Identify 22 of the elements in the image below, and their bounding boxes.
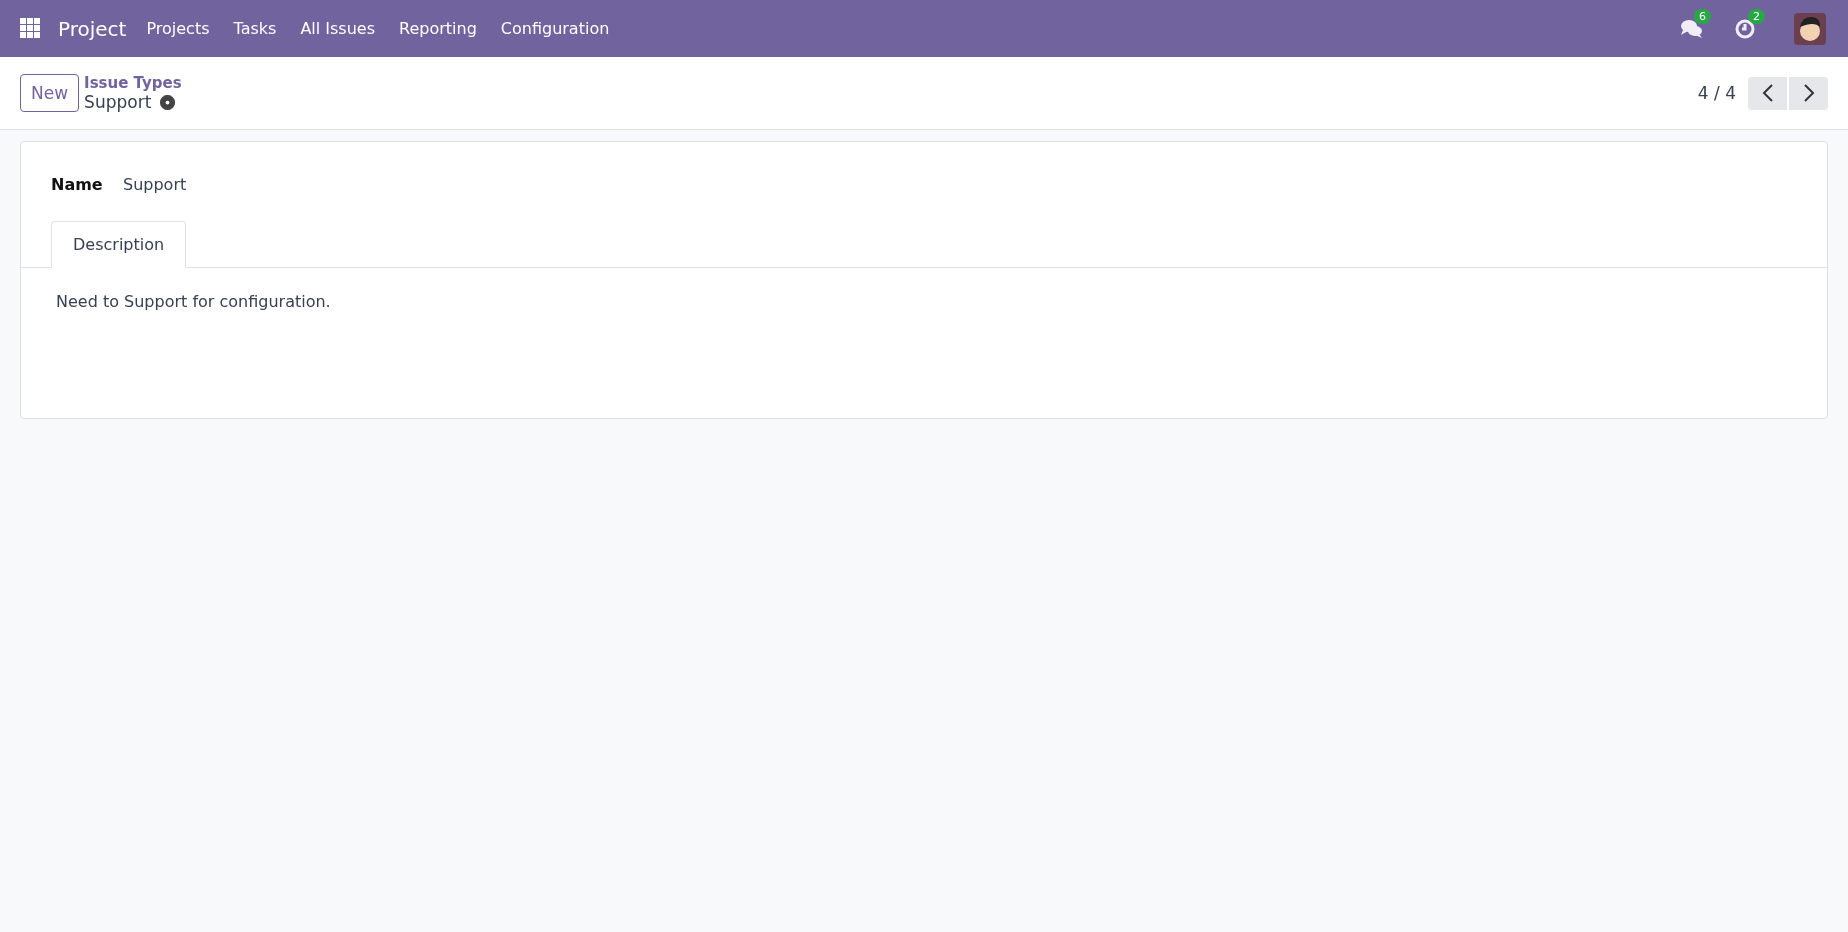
new-button[interactable]: New [20, 74, 80, 112]
name-field[interactable]: Support [123, 175, 187, 194]
chevron-right-icon [1802, 84, 1815, 102]
activity-count-badge: 2 [1748, 8, 1765, 24]
field-label: Name [51, 175, 104, 194]
app-grid-icon[interactable] [20, 18, 41, 39]
message-count-badge: 6 [1694, 8, 1711, 24]
breadcrumb-link[interactable]: Issue Types [84, 74, 182, 92]
menu-item[interactable]: Reporting [399, 19, 477, 38]
menu-item[interactable]: All Issues [300, 19, 376, 38]
pager-counter: 4 / 4 [1697, 83, 1736, 103]
menu-item[interactable]: Projects [146, 19, 210, 38]
record-title: Support [84, 92, 152, 112]
description-text[interactable]: Need to Support for configuration. [56, 292, 1827, 311]
menu-item[interactable]: Configuration [500, 19, 610, 38]
previous-button[interactable] [1748, 76, 1787, 110]
menu-item[interactable]: Tasks [233, 19, 277, 38]
tab[interactable]: Description [51, 221, 187, 268]
next-button[interactable] [1789, 76, 1828, 110]
chevron-left-icon [1761, 84, 1774, 102]
app-name[interactable]: Project [58, 16, 127, 41]
avatar-icon[interactable] [1794, 12, 1826, 45]
